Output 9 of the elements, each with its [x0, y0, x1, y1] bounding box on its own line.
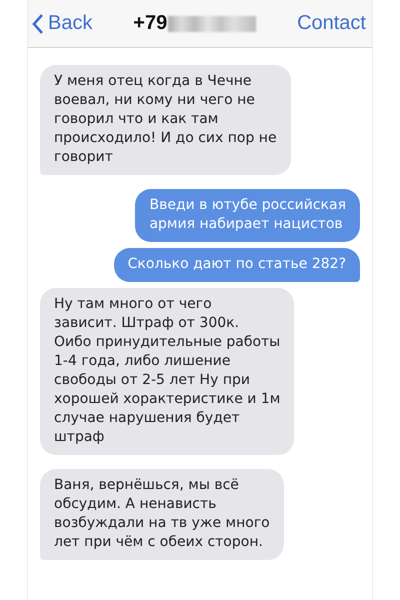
received-message: У меня отец когда в Чечне воевал, ни кому ни чего не говорил что и как там происходило! И до сих пор не говорит [40, 65, 291, 175]
received-message: Ну там много от чего зависит. Штраф от 300к. Оибо принудительные работы 1-4 года, либо лишение свободы от 2-5 лет Ну при хорошей хорактеристике и 1м случае нарушения будет штраф [40, 288, 294, 455]
received-message: Ваня, вернёшься, мы всё обсудим. А ненависть возбуждали на тв уже много лет при чём с обеих сторон. [40, 469, 284, 560]
sent-message: Введи в ютубе российская армия набирает нацистов [135, 189, 360, 242]
sent-message: Сколько дают по статье 282? [114, 248, 360, 282]
contact-button[interactable]: Contact [297, 12, 366, 35]
phone-number: +79 [133, 12, 168, 35]
back-button[interactable]: Back [32, 12, 92, 35]
chevron-left-icon [32, 12, 44, 34]
